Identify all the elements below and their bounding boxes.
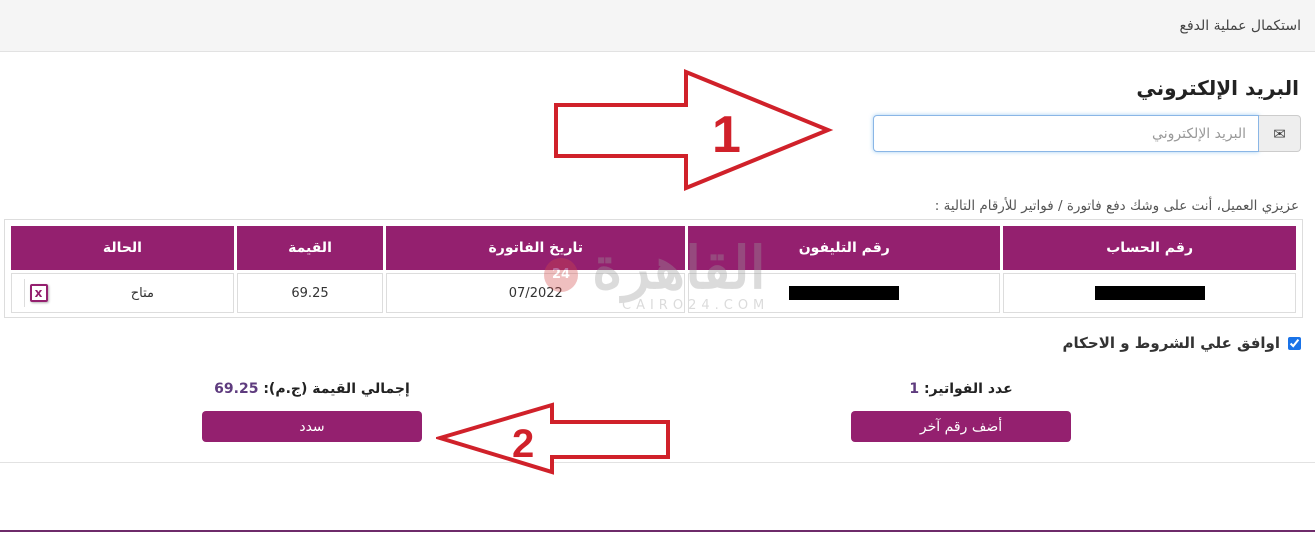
annotation-arrow-2: 2 [436,402,670,475]
total-amount: إجمالي القيمة (ج.م): 69.25 [202,381,422,397]
terms-label: اوافق علي الشروط و الاحكام [1062,334,1280,352]
payment-notice: عزيزي العميل، أنت على وشك دفع فاتورة / ف… [934,198,1299,214]
bill-count-label: عدد الفواتير: [923,381,1013,397]
phone-cell [688,273,1001,313]
column-header-amount: القيمة [236,226,384,270]
redacted-account [1094,286,1205,300]
column-header-status: الحالة [11,226,234,270]
annotation-arrow-1: 1 [554,69,834,191]
column-header-account: رقم الحساب [1003,226,1296,270]
pay-button[interactable]: سدد [202,411,422,442]
close-icon: x [29,284,48,302]
total-block: إجمالي القيمة (ج.م): 69.25 سدد [202,381,422,442]
bill-count-value: 1 [909,381,920,397]
bills-table: رقم الحساب رقم التليفون تاريخ الفاتورة ا… [4,219,1303,318]
column-header-phone: رقم التليفون [688,226,1001,270]
annotation-label-2: 2 [512,422,534,466]
email-label: البريد الإلكتروني [1136,76,1299,100]
redacted-phone [789,286,900,300]
account-cell [1003,273,1296,313]
add-number-button[interactable]: أضف رقم آخر [851,411,1071,442]
page-header: استكمال عملية الدفع [0,0,1315,52]
column-header-date: تاريخ الفاتورة [386,226,686,270]
date-cell: 07/2022 [386,273,686,313]
page-title: استكمال عملية الدفع [1179,18,1301,34]
bill-count-block: عدد الفواتير: 1 أضف رقم آخر [851,381,1071,442]
annotation-label-1: 1 [712,106,741,164]
email-input[interactable] [873,115,1259,152]
section-divider [0,462,1315,463]
table-row: 07/2022 69.25 متاح x [11,273,1296,313]
email-field-group: ✉ [873,115,1301,152]
table-header-row: رقم الحساب رقم التليفون تاريخ الفاتورة ا… [11,226,1296,270]
status-cell: متاح x [11,273,234,313]
footer-rule [0,530,1315,532]
terms-row: اوافق علي الشروط و الاحكام [1063,334,1301,352]
terms-checkbox[interactable] [1288,336,1301,350]
total-value: 69.25 [214,381,259,397]
status-text: متاح [130,285,155,301]
amount-cell: 69.25 [236,273,384,313]
envelope-icon: ✉ [1259,115,1301,152]
bill-count: عدد الفواتير: 1 [851,381,1071,397]
total-label: إجمالي القيمة (ج.م): [263,381,410,397]
remove-bill-button[interactable]: x [24,279,52,307]
